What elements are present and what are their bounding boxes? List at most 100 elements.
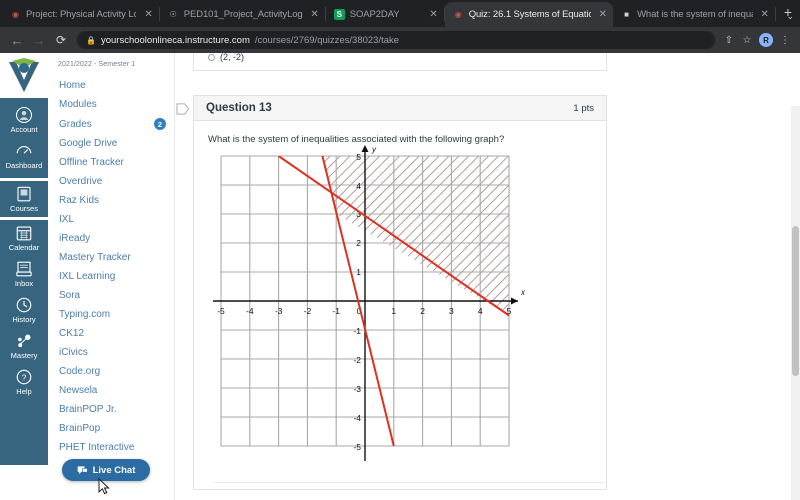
sidebar-item-icivics[interactable]: iCivics bbox=[48, 343, 174, 362]
course-nav-label: Sora bbox=[59, 290, 81, 301]
course-nav-label: iCivics bbox=[59, 347, 88, 358]
sidebar-item-label: Mastery bbox=[10, 351, 38, 360]
sidebar-item-dashboard[interactable]: Dashboard bbox=[0, 138, 48, 174]
tab-title: Quiz: 26.1 Systems of Equation bbox=[468, 9, 591, 20]
radio-button-icon[interactable] bbox=[208, 53, 215, 61]
sidebar-item-brainpop-jr[interactable]: BrainPOP Jr. bbox=[48, 400, 174, 419]
svg-text:-4: -4 bbox=[246, 306, 254, 316]
svg-text:2: 2 bbox=[356, 238, 361, 248]
sidebar-item-overdrive[interactable]: Overdrive bbox=[48, 172, 174, 191]
url-host: yourschoolonlineca.instructure.com bbox=[100, 34, 250, 46]
answer-option[interactable]: (2, -2) bbox=[208, 53, 244, 62]
sidebar-item-courses[interactable]: Courses bbox=[0, 181, 48, 217]
sidebar-item-offline-tracker[interactable]: Offline Tracker bbox=[48, 153, 174, 172]
sidebar-item-ixl[interactable]: IXL bbox=[48, 210, 174, 229]
tab-close-icon[interactable]: ✕ bbox=[761, 9, 769, 20]
sidebar-item-history[interactable]: History bbox=[0, 292, 48, 328]
scrollbar-thumb[interactable] bbox=[792, 226, 799, 376]
svg-text:-3: -3 bbox=[353, 384, 361, 394]
svg-text:5: 5 bbox=[356, 152, 361, 162]
global-nav-group-1: Account Dashboard bbox=[0, 98, 48, 178]
y-axis-label: y bbox=[371, 145, 377, 154]
profile-avatar[interactable]: R bbox=[759, 33, 773, 47]
card-divider bbox=[214, 482, 604, 483]
sidebar-item-calendar[interactable]: Calendar bbox=[0, 220, 48, 256]
course-nav-label: BrainPop bbox=[59, 423, 101, 434]
sidebar-item-iready[interactable]: iReady bbox=[48, 229, 174, 248]
svg-text:-5: -5 bbox=[217, 306, 225, 316]
calendar-icon bbox=[16, 226, 32, 241]
inbox-icon bbox=[16, 261, 32, 277]
tab-close-icon[interactable]: ✕ bbox=[144, 9, 152, 20]
course-nav-label: Typing.com bbox=[59, 309, 111, 320]
sidebar-item-google-drive[interactable]: Google Drive bbox=[48, 134, 174, 153]
browser-tab-5[interactable]: ■ What is the system of inequali ✕ bbox=[613, 2, 775, 27]
svg-text:-3: -3 bbox=[275, 306, 283, 316]
sidebar-item-account[interactable]: Account bbox=[0, 102, 48, 138]
browser-tab-1[interactable]: ◉ Project: Physical Activity Log ✕ bbox=[2, 2, 159, 27]
tab-close-icon[interactable]: ✕ bbox=[310, 9, 318, 20]
browser-tab-3[interactable]: S SOAP2DAY ✕ bbox=[326, 2, 444, 27]
sidebar-item-newsela[interactable]: Newsela bbox=[48, 381, 174, 400]
tab-title: PED101_Project_ActivityLog.p bbox=[183, 9, 303, 20]
canvas-icon: ◉ bbox=[454, 9, 462, 19]
tab-close-icon[interactable]: ✕ bbox=[599, 9, 607, 20]
sidebar-item-label: History bbox=[12, 315, 36, 324]
course-nav: 2021/2022 - Semester 1 Home Modules Grad… bbox=[48, 53, 175, 500]
question-header: Question 13 1 pts bbox=[194, 96, 606, 121]
bookmark-star-icon[interactable]: ☆ bbox=[738, 35, 756, 46]
sidebar-item-typing-com[interactable]: Typing.com bbox=[48, 305, 174, 324]
sidebar-item-grades[interactable]: Grades 2 bbox=[48, 114, 174, 134]
sidebar-item-modules[interactable]: Modules bbox=[48, 95, 174, 114]
sidebar-item-code-org[interactable]: Code.org bbox=[48, 362, 174, 381]
page-scrollbar[interactable] bbox=[791, 106, 800, 500]
sidebar-item-mastery[interactable]: Mastery bbox=[0, 328, 48, 364]
graph-svg: x y -5 -4 -3 -2 -1 0 1 2 3 4 5 5 4 3 2 1… bbox=[213, 145, 526, 461]
lock-icon: 🔒 bbox=[86, 35, 96, 45]
sidebar-item-help[interactable]: ? Help bbox=[0, 364, 48, 400]
course-nav-label: Newsela bbox=[59, 385, 98, 396]
course-nav-label: CK12 bbox=[59, 328, 85, 339]
share-icon[interactable]: ⇧ bbox=[720, 35, 738, 46]
grades-badge: 2 bbox=[154, 118, 166, 130]
sidebar-item-phet-interactive[interactable]: PHET Interactive bbox=[48, 438, 174, 457]
back-button[interactable]: ← bbox=[6, 33, 28, 48]
course-nav-label: Modules bbox=[59, 99, 97, 110]
tab-close-icon[interactable]: ✕ bbox=[429, 9, 437, 20]
quiz-content: (2, -2) Question 13 1 pts What is the sy… bbox=[175, 53, 800, 500]
sidebar-item-brainpop[interactable]: BrainPop bbox=[48, 419, 174, 438]
forward-button[interactable]: → bbox=[28, 33, 50, 48]
sidebar-item-raz-kids[interactable]: Raz Kids bbox=[48, 191, 174, 210]
sidebar-item-ck12[interactable]: CK12 bbox=[48, 324, 174, 343]
x-axis-arrow bbox=[511, 297, 518, 305]
sidebar-item-ixl-learning[interactable]: IXL Learning bbox=[48, 267, 174, 286]
sidebar-item-home[interactable]: Home bbox=[48, 76, 174, 95]
browser-menu-icon[interactable]: ⋮ bbox=[776, 35, 794, 46]
help-icon: ? bbox=[16, 369, 32, 385]
course-nav-label: BrainPOP Jr. bbox=[59, 404, 117, 415]
url-path: /courses/2769/quizzes/38023/take bbox=[254, 34, 400, 46]
course-nav-label: Overdrive bbox=[59, 176, 103, 187]
sidebar-item-inbox[interactable]: Inbox bbox=[0, 256, 48, 292]
browser-tab-2[interactable]: ☉ PED101_Project_ActivityLog.p ✕ bbox=[160, 2, 325, 27]
previous-question-card: (2, -2) bbox=[193, 53, 607, 71]
doc-icon: ■ bbox=[624, 9, 629, 19]
browser-tab-4-active[interactable]: ◉ Quiz: 26.1 Systems of Equation ✕ bbox=[444, 2, 614, 27]
chat-bubble-icon bbox=[77, 465, 88, 474]
sidebar-item-sora[interactable]: Sora bbox=[48, 286, 174, 305]
svg-text:-2: -2 bbox=[304, 306, 312, 316]
address-bar[interactable]: 🔒 yourschoolonlineca.instructure.com/cou… bbox=[77, 31, 715, 49]
question-title: Question 13 bbox=[206, 102, 272, 114]
svg-text:1: 1 bbox=[356, 267, 361, 277]
svg-text:-2: -2 bbox=[353, 355, 361, 365]
graduation-cap-v-logo[interactable] bbox=[0, 53, 48, 98]
account-icon bbox=[15, 106, 33, 124]
tab-search-chevron-icon[interactable]: ⌄ bbox=[786, 11, 794, 22]
sidebar-item-mastery-tracker[interactable]: Mastery Tracker bbox=[48, 248, 174, 267]
svg-text:-1: -1 bbox=[353, 326, 361, 336]
reload-button[interactable]: ⟳ bbox=[50, 33, 72, 47]
question-points: 1 pts bbox=[573, 102, 594, 114]
flag-outline-icon[interactable] bbox=[176, 103, 190, 115]
course-nav-label: PHET Interactive bbox=[59, 442, 135, 453]
course-nav-label: IXL bbox=[59, 214, 75, 225]
